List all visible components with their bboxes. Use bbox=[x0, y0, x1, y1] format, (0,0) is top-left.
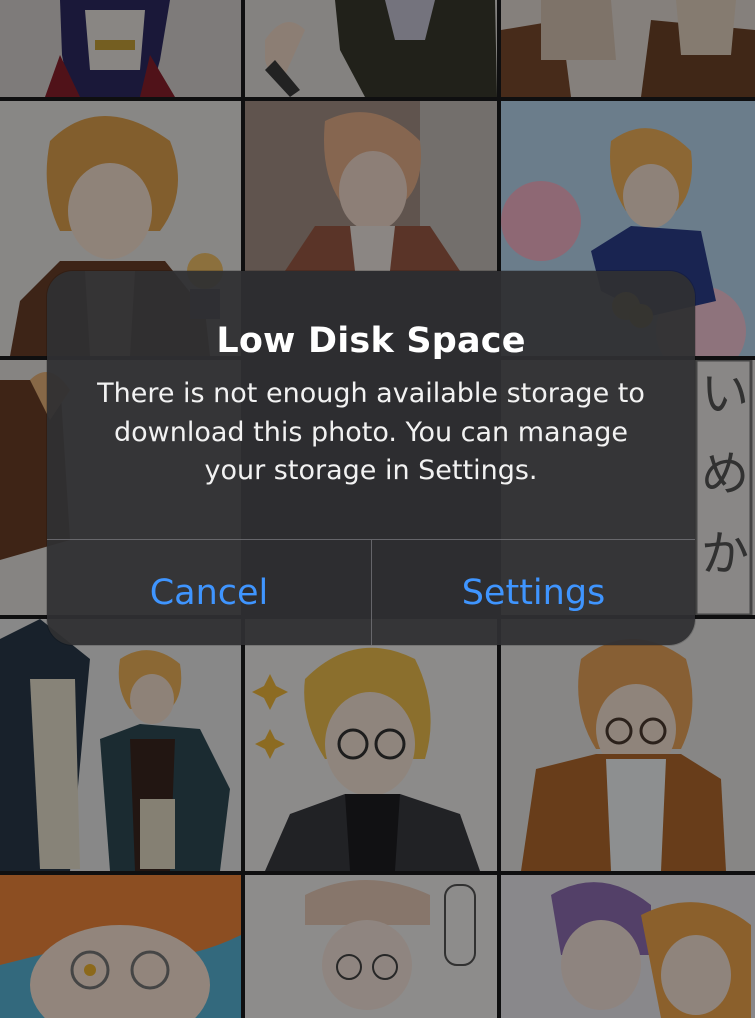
cancel-button[interactable]: Cancel bbox=[47, 540, 371, 645]
settings-button[interactable]: Settings bbox=[372, 540, 695, 645]
alert-content: Low Disk Space There is not enough avail… bbox=[47, 271, 695, 539]
photos-screen: い め か Low Disk Space There is not enough… bbox=[0, 0, 755, 1018]
alert-title: Low Disk Space bbox=[216, 321, 526, 361]
low-disk-space-alert: Low Disk Space There is not enough avail… bbox=[47, 271, 695, 645]
alert-message: There is not enough available storage to… bbox=[97, 378, 645, 486]
